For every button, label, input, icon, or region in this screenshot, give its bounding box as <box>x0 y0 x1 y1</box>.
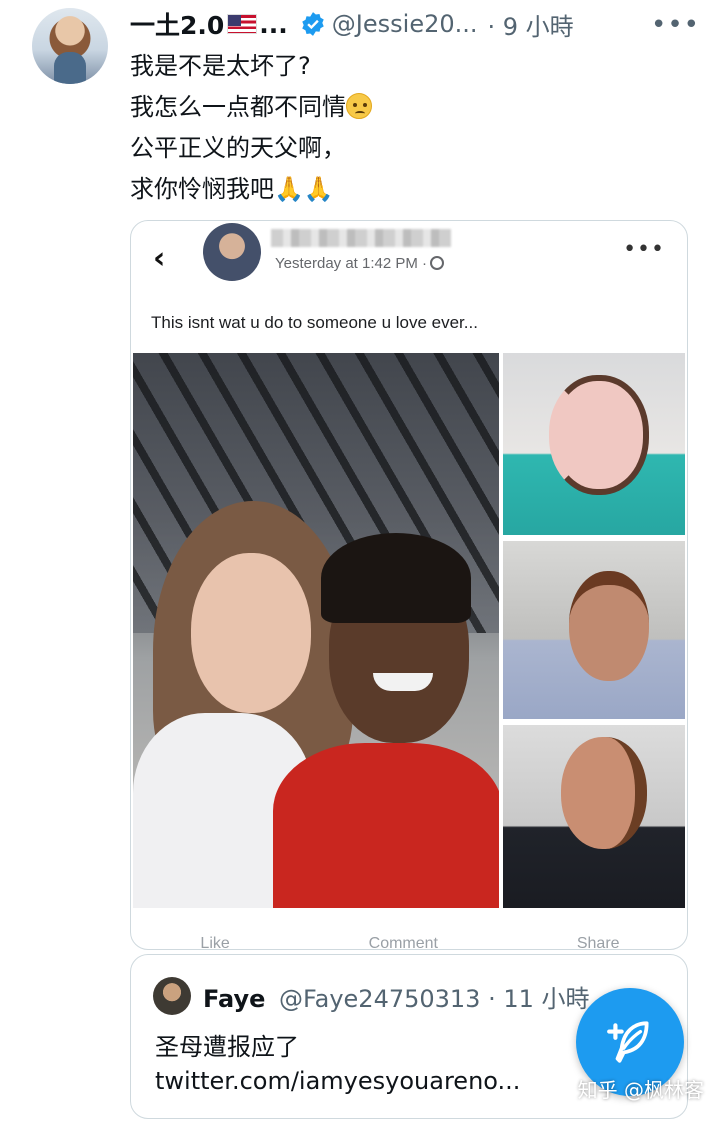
fb-post-time: Yesterday at 1:42 PM · <box>275 255 445 272</box>
author-handle[interactable]: @Jessie20... <box>332 10 478 38</box>
quoted-author-avatar <box>153 977 191 1015</box>
zhihu-watermark: 知乎 @枫林客 <box>577 1078 704 1102</box>
tweet-line-4-wrap: 求你怜悯我吧🙏🙏 <box>130 169 690 210</box>
fb-post-caption: This isnt wat u do to someone u love eve… <box>151 313 478 332</box>
globe-icon <box>430 256 445 270</box>
fb-comment-label: Comment <box>368 935 438 950</box>
verified-badge-icon <box>300 11 326 37</box>
tweet-timestamp[interactable]: · 9 小時 <box>488 7 574 42</box>
folded-hands-icon: 🙏🙏 <box>274 175 334 203</box>
couple-selfie-photo <box>133 353 499 908</box>
author-avatar[interactable] <box>32 8 108 84</box>
fb-like-label: Like <box>200 935 230 950</box>
quoted-tweet-text: 圣母遭报应了 <box>155 1033 299 1061</box>
fb-share-label: Share <box>576 935 620 950</box>
fb-post-time-text: Yesterday at 1:42 PM · <box>275 255 428 272</box>
tweet-line-2-wrap: 我怎么一点都不同情 <box>130 87 690 128</box>
fb-poster-avatar <box>203 223 261 281</box>
feather-plus-icon <box>607 1021 649 1063</box>
tweet-media-image[interactable]: ‹ Yesterday at 1:42 PM · ••• This isnt w… <box>130 220 688 950</box>
injury-photo-2 <box>503 541 685 719</box>
tweet-body: 我是不是太坏了? 我怎么一点都不同情 公平正义的天父啊， 求你怜悯我吧🙏🙏 <box>130 46 690 210</box>
fb-action-bar: Like Comment Share <box>131 929 687 950</box>
back-arrow-icon: ‹ <box>153 241 166 276</box>
fb-poster-name-blurred <box>271 229 451 247</box>
quoted-author-name: Faye <box>203 985 266 1013</box>
quoted-author-handle: @Faye24750313 <box>279 985 481 1013</box>
tweet-line-2: 我怎么一点都不同情 <box>130 93 346 121</box>
more-options-icon[interactable]: ••• <box>651 10 700 40</box>
tweet-line-1: 我是不是太坏了? <box>130 52 311 80</box>
tweet-line-3: 公平正义的天父啊， <box>130 134 346 162</box>
quoted-tweet-link[interactable]: twitter.com/iamyesyouareno... <box>155 1067 520 1095</box>
us-flag-icon <box>227 14 258 34</box>
tweet-line-4: 求你怜悯我吧 <box>130 175 274 203</box>
face-with-rolling-eyes-icon <box>346 93 372 119</box>
injury-photo-1 <box>503 353 685 535</box>
author-display-name[interactable]: 一土2.0 <box>130 6 224 42</box>
injury-photo-3 <box>503 725 685 908</box>
tweet-header: 一土2.0 ... @Jessie20... · 9 小時 ••• <box>130 6 700 42</box>
fb-more-icon: ••• <box>623 237 665 262</box>
author-name-ellipsis: ... <box>259 9 288 39</box>
quoted-tweet-time: · 11 小時 <box>488 985 590 1013</box>
